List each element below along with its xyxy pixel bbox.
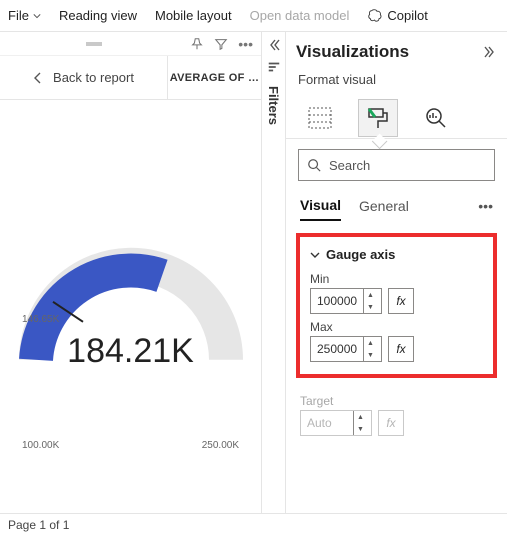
gauge-axis-title: Gauge axis: [326, 247, 395, 262]
format-visual-label: Format visual: [286, 72, 507, 93]
filters-bar-icon[interactable]: [267, 60, 281, 74]
search-input[interactable]: Search: [298, 149, 495, 181]
magnifier-chart-icon: [424, 106, 448, 130]
target-input-field: [301, 416, 353, 430]
visual-drag-handle[interactable]: [8, 42, 180, 46]
expand-filters-icon[interactable]: [267, 38, 281, 52]
gauge-target-label: 146.65K: [22, 314, 59, 325]
analytics-mode[interactable]: [416, 99, 456, 137]
max-input[interactable]: ▲▼: [310, 336, 382, 362]
min-input-field[interactable]: [311, 294, 363, 308]
mobile-layout-label: Mobile layout: [155, 8, 232, 23]
open-data-model-button: Open data model: [250, 8, 350, 23]
file-label: File: [8, 8, 29, 23]
chevron-down-icon: [33, 12, 41, 20]
visualizations-title: Visualizations: [296, 42, 409, 62]
min-input[interactable]: ▲▼: [310, 288, 382, 314]
chevron-down-icon: [310, 250, 320, 260]
target-label: Target: [300, 394, 493, 408]
min-fx-button[interactable]: fx: [388, 288, 414, 314]
reading-view-label: Reading view: [59, 8, 137, 23]
back-label: Back to report: [53, 70, 134, 85]
tab-general[interactable]: General: [359, 192, 409, 220]
gauge-axis-card: Gauge axis Min ▲▼ fx Max ▲▼ fx: [296, 233, 497, 378]
build-visual-mode[interactable]: [300, 99, 340, 137]
max-label: Max: [310, 320, 483, 334]
visual-title: AVERAGE OF …: [167, 56, 261, 99]
back-to-report-button[interactable]: Back to report: [0, 70, 167, 85]
open-data-model-label: Open data model: [250, 8, 350, 23]
min-label: Min: [310, 272, 483, 286]
tab-more[interactable]: •••: [478, 198, 493, 214]
pin-icon[interactable]: [190, 37, 204, 51]
gauge-min-label: 100.00K: [22, 440, 59, 451]
target-spinner: ▲▼: [353, 411, 367, 435]
max-input-field[interactable]: [311, 342, 363, 356]
copilot-label: Copilot: [387, 8, 427, 23]
format-visual-mode[interactable]: [358, 99, 398, 137]
collapse-viz-icon[interactable]: [483, 45, 497, 59]
file-menu[interactable]: File: [8, 8, 41, 23]
min-spinner[interactable]: ▲▼: [363, 289, 377, 313]
more-options-icon[interactable]: •••: [238, 36, 253, 52]
target-fx-button: fx: [378, 410, 404, 436]
max-spinner[interactable]: ▲▼: [363, 337, 377, 361]
gauge-visual[interactable]: 184.21K 100.00K 250.00K 146.65K: [0, 100, 261, 513]
search-icon: [307, 158, 321, 172]
gauge-value: 184.21K: [67, 332, 194, 371]
tab-visual[interactable]: Visual: [300, 191, 341, 221]
chevron-left-icon: [33, 71, 43, 85]
page-indicator: Page 1 of 1: [8, 518, 69, 532]
paint-roller-icon: [366, 106, 390, 130]
target-input: ▲▼: [300, 410, 372, 436]
grid-icon: [308, 107, 332, 129]
search-placeholder: Search: [329, 158, 370, 173]
copilot-icon: [367, 8, 383, 24]
filters-pane-label[interactable]: Filters: [266, 86, 281, 125]
reading-view-button[interactable]: Reading view: [59, 8, 137, 23]
filter-icon[interactable]: [214, 37, 228, 51]
copilot-button[interactable]: Copilot: [367, 8, 427, 24]
mobile-layout-button[interactable]: Mobile layout: [155, 8, 232, 23]
gauge-max-label: 250.00K: [202, 440, 239, 451]
gauge-axis-header[interactable]: Gauge axis: [310, 247, 483, 262]
max-fx-button[interactable]: fx: [388, 336, 414, 362]
